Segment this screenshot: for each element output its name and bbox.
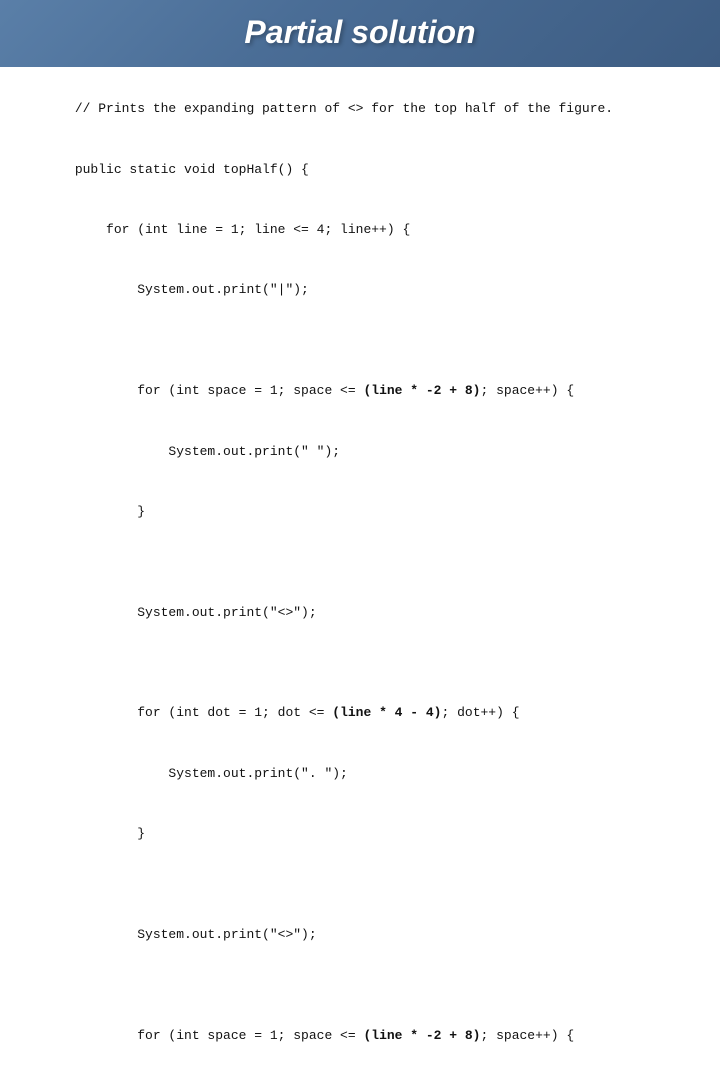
code-line1: public static void topHalf() { bbox=[75, 162, 309, 177]
code-line15: System.out.print("<>"); bbox=[75, 927, 317, 942]
content: // Prints the expanding pattern of <> fo… bbox=[0, 67, 720, 1080]
code-line9: System.out.print("<>"); bbox=[75, 605, 317, 620]
code-line17: for (int space = 1; space <= (line * -2 … bbox=[75, 1028, 574, 1043]
code-line6: System.out.print(" "); bbox=[75, 444, 340, 459]
code-line12: System.out.print(". "); bbox=[75, 766, 348, 781]
page: Partial solution // Prints the expanding… bbox=[0, 0, 720, 540]
code-line13: } bbox=[75, 826, 145, 841]
code-line2: for (int line = 1; line <= 4; line++) { bbox=[75, 222, 410, 237]
code-line11: for (int dot = 1; dot <= (line * 4 - 4);… bbox=[75, 705, 520, 720]
bold-expr3: (line * -2 + 8) bbox=[363, 1028, 480, 1043]
header: Partial solution bbox=[0, 0, 720, 67]
bold-expr2: (line * 4 - 4) bbox=[332, 705, 441, 720]
code-line3: System.out.print("|"); bbox=[75, 282, 309, 297]
code-block: // Prints the expanding pattern of <> fo… bbox=[28, 79, 692, 1080]
bold-expr1: (line * -2 + 8) bbox=[363, 383, 480, 398]
header-title: Partial solution bbox=[244, 14, 475, 50]
comment-line: // Prints the expanding pattern of <> fo… bbox=[75, 101, 613, 116]
code-line5: for (int space = 1; space <= (line * -2 … bbox=[75, 383, 574, 398]
code-line7: } bbox=[75, 504, 145, 519]
